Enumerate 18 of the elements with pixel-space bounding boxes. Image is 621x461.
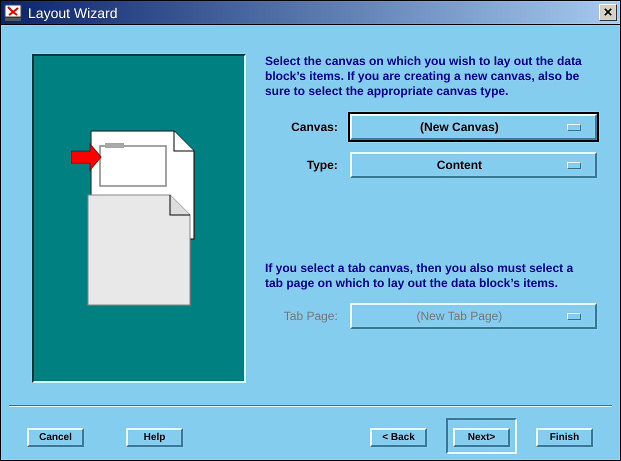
dialog-button[interactable]: Next> xyxy=(453,428,510,447)
window-title: Layout Wizard xyxy=(28,4,118,20)
field-label: Tab Page: xyxy=(282,309,339,323)
dialog-button[interactable]: < Back xyxy=(370,428,427,447)
dialog-button[interactable]: Cancel xyxy=(27,428,84,447)
dropdown-indicator-icon xyxy=(567,312,581,320)
tab-canvas-note: If you select a tab canvas, then you also must select a tab page on which to lay out the data block’s items. xyxy=(265,261,574,291)
instructions-text: Select the canvas on which you wish to lay out the data block’s items. If you are creating a new canvas, also be sure to select the appropriate canvas type. xyxy=(265,54,583,99)
field-label: Canvas: xyxy=(290,120,339,134)
dropdown[interactable]: Content xyxy=(350,152,597,178)
dialog-button[interactable]: Help xyxy=(126,428,183,447)
dialog-button[interactable]: Finish xyxy=(536,428,593,447)
dropdown[interactable]: (New Canvas) xyxy=(350,114,597,140)
field-label: Type: xyxy=(306,158,339,172)
close-button[interactable]: × xyxy=(599,4,617,21)
dropdown-indicator-icon xyxy=(567,124,581,130)
dropdown-indicator-icon xyxy=(567,162,581,168)
app-icon xyxy=(4,4,22,22)
